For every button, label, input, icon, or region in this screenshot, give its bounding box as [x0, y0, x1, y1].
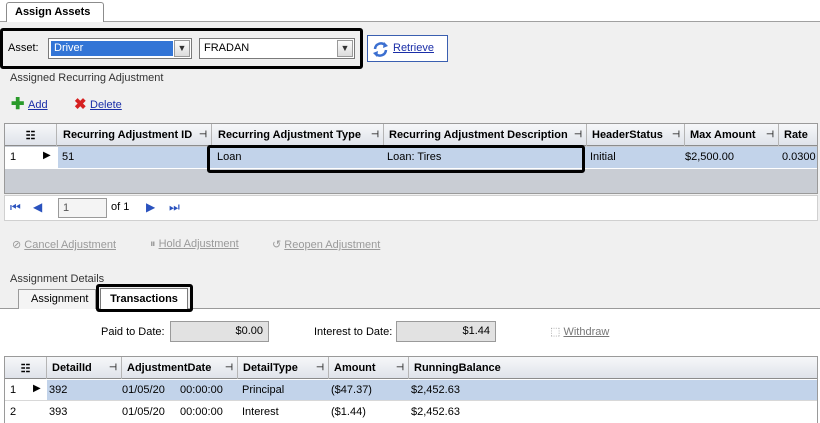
interest-to-date-label: Interest to Date: [314, 326, 393, 338]
interest-to-date-field: $1.44 [396, 321, 496, 342]
retrieve-button[interactable]: Retrieve [367, 35, 448, 62]
pin-icon[interactable]: ⊣ [316, 362, 324, 373]
cell-status: Initial [590, 151, 616, 163]
cell-detail-type: Interest [242, 406, 279, 418]
page-number-input[interactable]: 1 [58, 198, 107, 218]
column-header[interactable]: Recurring Adjustment Description ⊣ [384, 124, 587, 146]
pin-icon[interactable]: ⊣ [109, 362, 117, 373]
first-page-icon[interactable]: ⏮ [10, 200, 21, 215]
pager-bar: ⏮ ◀ 1 of 1 ▶ ⏭ [4, 195, 818, 221]
cancel-adjustment-button[interactable]: ⊘ Cancel Adjustment [12, 238, 116, 251]
cell-detail-id: 393 [49, 406, 68, 418]
column-header[interactable]: Max Amount ⊣ [685, 124, 779, 146]
cell-time: 00:00:00 [180, 384, 223, 396]
cell-running-balance: $2,452.63 [411, 384, 460, 396]
cell-detail-id: 392 [49, 384, 68, 396]
paid-to-date-field: $0.00 [170, 321, 269, 342]
cancel-adjustment-label: Cancel Adjustment [24, 239, 116, 251]
transactions-grid: ☷ DetailId ⊣ AdjustmentDate ⊣ DetailType ⊣ … [4, 356, 818, 423]
withdraw-label: Withdraw [563, 326, 610, 338]
add-label: Add [28, 99, 48, 111]
cell-date: 01/05/20 [122, 406, 165, 418]
hold-adjustment-label: Hold Adjustment [158, 238, 239, 250]
plus-icon: ✚ [11, 96, 25, 113]
hold-adjustment-button[interactable]: ⏸ Hold Adjustment [150, 238, 239, 251]
tab-assign-assets[interactable]: Assign Assets [6, 2, 104, 23]
page-count: of 1 [111, 201, 130, 213]
reopen-adjustment-label: Reopen Adjustment [284, 239, 381, 251]
asset-type-combo[interactable]: Driver ▼ [48, 38, 192, 59]
column-header[interactable]: RunningBalance [409, 357, 817, 379]
column-chooser-icon[interactable]: ☷ [5, 124, 57, 146]
chevron-down-icon[interactable]: ▼ [174, 40, 190, 57]
delete-label: Delete [90, 99, 122, 111]
asset-type-value: Driver [51, 41, 173, 56]
column-header[interactable]: Recurring Adjustment ID ⊣ [58, 124, 212, 146]
pin-icon[interactable]: ⊣ [766, 129, 774, 140]
cell-running-balance: $2,452.63 [411, 406, 460, 418]
recurring-grid-header: ☷ Recurring Adjustment ID ⊣ Recurring Adj… [5, 124, 817, 146]
cell-date: 01/05/20 [122, 384, 165, 396]
next-page-icon[interactable]: ▶ [146, 200, 155, 214]
row-number: 2 [10, 406, 17, 418]
cell-amount: ($47.37) [331, 384, 372, 396]
pin-icon[interactable]: ⊣ [672, 129, 680, 140]
table-row[interactable]: 2 393 01/05/20 00:00:00 Interest ($1.44)… [5, 402, 817, 423]
cell-max-amount: $2,500.00 [685, 151, 734, 163]
column-header[interactable]: DetailId ⊣ [47, 357, 122, 379]
recurring-section-title: Assigned Recurring Adjustment [10, 72, 164, 84]
last-page-icon[interactable]: ⏭ [169, 200, 180, 215]
column-chooser-icon[interactable]: ☷ [5, 357, 47, 379]
asset-code-combo[interactable]: FRADAN ▼ [199, 38, 355, 59]
chevron-down-icon[interactable]: ▼ [337, 40, 353, 57]
refresh-icon [373, 42, 388, 57]
cancel-icon: ⊘ [12, 239, 22, 251]
row-indicator-icon: ▶ [33, 383, 41, 394]
column-header[interactable]: DetailType ⊣ [238, 357, 329, 379]
pin-icon[interactable]: ⊣ [225, 362, 233, 373]
cell-amount: ($1.44) [331, 406, 366, 418]
pin-icon[interactable]: ⊣ [199, 129, 207, 140]
delete-x-icon: ✖ [74, 96, 87, 113]
retrieve-label: Retrieve [393, 42, 434, 54]
pin-icon[interactable]: ⊣ [574, 129, 582, 140]
transactions-grid-header: ☷ DetailId ⊣ AdjustmentDate ⊣ DetailType ⊣ … [5, 357, 817, 379]
loan-row-highlight [207, 145, 585, 173]
withdraw-icon: ⬚ [550, 326, 561, 338]
column-header[interactable]: Amount ⊣ [329, 357, 409, 379]
pin-icon[interactable]: ⊣ [371, 129, 379, 140]
column-header[interactable]: AdjustmentDate ⊣ [122, 357, 238, 379]
cell-rate: 0.0300 [782, 151, 816, 163]
reopen-icon: ↺ [272, 239, 282, 251]
withdraw-button[interactable]: ⬚ Withdraw [550, 325, 609, 338]
column-header[interactable]: Rate [779, 124, 817, 146]
tab-assignment[interactable]: Assignment [18, 289, 96, 309]
prev-page-icon[interactable]: ◀ [33, 200, 42, 214]
paid-to-date-label: Paid to Date: [101, 326, 165, 338]
tab-strip [0, 0, 820, 22]
transactions-tab-highlight [96, 284, 193, 312]
row-indicator-icon: ▶ [43, 150, 51, 161]
row-number: 1 [10, 384, 17, 396]
asset-label: Asset: [8, 42, 39, 54]
cell-id: 51 [62, 151, 75, 163]
cell-time: 00:00:00 [180, 406, 223, 418]
reopen-adjustment-button[interactable]: ↺ Reopen Adjustment [272, 238, 380, 251]
add-button[interactable]: ✚ Add [11, 96, 51, 114]
delete-button[interactable]: ✖ Delete [74, 96, 126, 114]
hold-icon: ⏸ [150, 238, 156, 250]
column-header[interactable]: HeaderStatus ⊣ [587, 124, 685, 146]
pin-icon[interactable]: ⊣ [396, 362, 404, 373]
asset-code-value: FRADAN [204, 42, 250, 54]
row-number: 1 [10, 151, 17, 163]
table-row[interactable]: 1 ▶ 392 01/05/20 00:00:00 Principal ($47… [5, 380, 817, 401]
details-section-title: Assignment Details [10, 273, 105, 285]
column-header[interactable]: Recurring Adjustment Type ⊣ [213, 124, 384, 146]
cell-detail-type: Principal [242, 384, 285, 396]
